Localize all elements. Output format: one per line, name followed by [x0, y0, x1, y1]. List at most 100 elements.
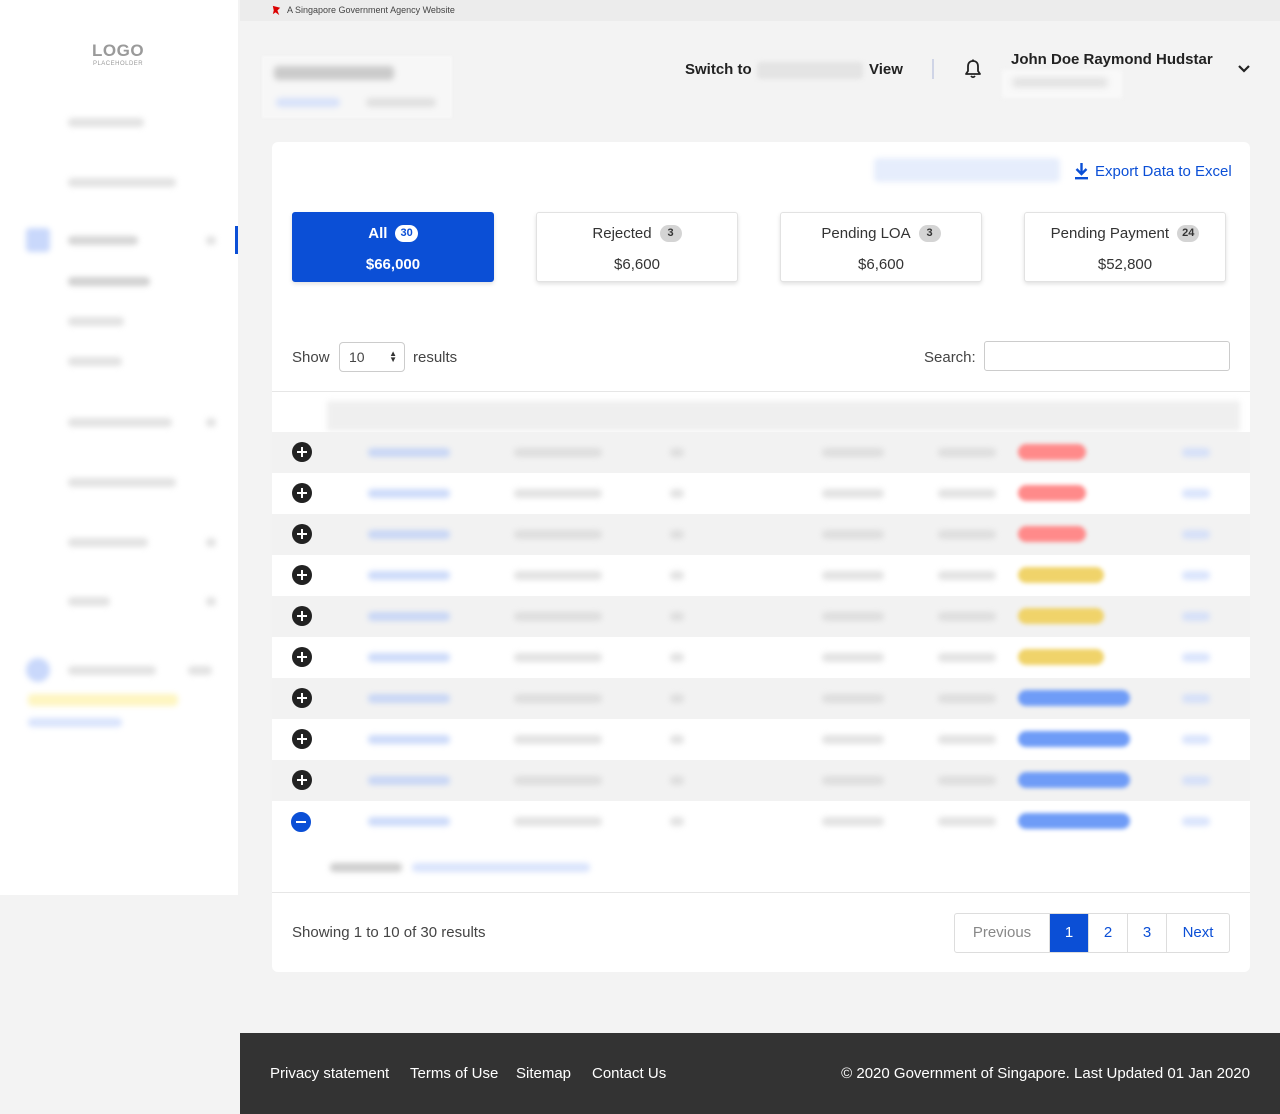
sidebar-subitem-blurred[interactable]: [68, 277, 150, 286]
collapse-row-icon[interactable]: [291, 812, 311, 832]
row-ref-blurred[interactable]: [368, 448, 450, 457]
expanded-row-detail: [272, 843, 1250, 891]
header-divider: [932, 59, 934, 79]
terms-link[interactable]: Terms of Use: [410, 1065, 498, 1082]
status-badge-blurred: [1018, 772, 1130, 788]
row-amount-blurred: [938, 694, 996, 703]
row-action-blurred[interactable]: [1182, 612, 1210, 621]
logo[interactable]: LOGO PLACEHOLDER: [92, 42, 144, 68]
user-name[interactable]: John Doe Raymond Hudstar: [1011, 51, 1213, 68]
breadcrumb-current-blurred: [366, 98, 436, 107]
row-date-blurred: [514, 612, 602, 621]
row-date-blurred: [514, 817, 602, 826]
row-amount-blurred: [822, 735, 884, 744]
switch-view-prefix[interactable]: Switch to: [685, 61, 752, 78]
expand-row-icon[interactable]: [292, 606, 312, 626]
row-ref-blurred[interactable]: [368, 735, 450, 744]
row-action-blurred[interactable]: [1182, 448, 1210, 457]
expand-row-icon[interactable]: [292, 688, 312, 708]
row-toggle-cell: [272, 596, 327, 637]
pagination: Previous 1 2 3 Next: [954, 913, 1230, 953]
sidebar-item-blurred[interactable]: [68, 178, 176, 187]
filter-all[interactable]: All 30 $66,000: [292, 212, 494, 282]
sitemap-link[interactable]: Sitemap: [516, 1065, 571, 1082]
expand-row-icon[interactable]: [292, 647, 312, 667]
row-date-blurred: [514, 448, 602, 457]
page-3-button[interactable]: 3: [1127, 914, 1166, 952]
sidebar-item-blurred[interactable]: [206, 538, 216, 547]
row-action-blurred[interactable]: [1182, 489, 1210, 498]
sidebar-subitem-blurred[interactable]: [68, 317, 124, 326]
profile-link-blurred[interactable]: [28, 718, 122, 727]
sidebar-item-blurred[interactable]: [206, 597, 216, 606]
next-button[interactable]: Next: [1166, 914, 1229, 952]
row-amount-blurred: [938, 530, 996, 539]
logo-subtext: PLACEHOLDER: [92, 61, 144, 67]
status-badge-blurred: [1018, 526, 1086, 542]
previous-button[interactable]: Previous: [955, 914, 1049, 952]
filter-pending-payment[interactable]: Pending Payment 24 $52,800: [1024, 212, 1226, 282]
chevron-down-icon[interactable]: [1236, 62, 1252, 76]
count-badge: 24: [1177, 225, 1200, 242]
expand-row-icon[interactable]: [292, 483, 312, 503]
sidebar-item-blurred[interactable]: [206, 418, 216, 427]
sidebar-item-blurred[interactable]: [68, 118, 144, 127]
expand-row-icon[interactable]: [292, 442, 312, 462]
privacy-link[interactable]: Privacy statement: [270, 1065, 389, 1082]
sidebar-active-icon: [26, 228, 50, 252]
secondary-action-blurred[interactable]: [874, 158, 1060, 182]
expand-row-icon[interactable]: [292, 524, 312, 544]
switch-view-target-blurred[interactable]: [757, 62, 863, 79]
row-ref-blurred[interactable]: [368, 489, 450, 498]
row-amount-blurred: [938, 735, 996, 744]
row-action-blurred[interactable]: [1182, 776, 1210, 785]
page-size-select[interactable]: 10 ▲ ▼: [339, 342, 405, 372]
page-title-text-blurred: [274, 66, 394, 80]
row-action-blurred[interactable]: [1182, 735, 1210, 744]
row-ref-blurred[interactable]: [368, 612, 450, 621]
detail-value-blurred[interactable]: [412, 863, 590, 872]
row-amount-blurred: [822, 571, 884, 580]
filter-amount: $6,600: [614, 256, 660, 273]
row-toggle-cell: [272, 473, 327, 514]
sidebar-item-blurred[interactable]: [206, 236, 216, 245]
sidebar-subitem-blurred[interactable]: [68, 357, 122, 366]
sidebar-item-blurred[interactable]: [68, 597, 110, 606]
row-ref-blurred[interactable]: [368, 653, 450, 662]
row-action-blurred[interactable]: [1182, 694, 1210, 703]
filter-amount: $6,600: [858, 256, 904, 273]
row-action-blurred[interactable]: [1182, 653, 1210, 662]
expand-row-icon[interactable]: [292, 565, 312, 585]
expand-row-icon[interactable]: [292, 770, 312, 790]
sidebar-item-blurred[interactable]: [68, 418, 172, 427]
row-date-blurred: [514, 571, 602, 580]
switch-view-suffix[interactable]: View: [869, 61, 903, 78]
page-1-button[interactable]: 1: [1049, 914, 1088, 952]
row-ref-blurred[interactable]: [368, 776, 450, 785]
bell-icon[interactable]: [962, 58, 984, 80]
row-ref-blurred[interactable]: [368, 530, 450, 539]
row-ref-blurred[interactable]: [368, 571, 450, 580]
row-action-blurred[interactable]: [1182, 571, 1210, 580]
sidebar-item-blurred[interactable]: [68, 478, 176, 487]
table-header-blurred[interactable]: [327, 401, 1240, 431]
sidebar-item-blurred[interactable]: [68, 236, 138, 245]
row-ref-blurred[interactable]: [368, 817, 450, 826]
export-excel-button[interactable]: Export Data to Excel: [1074, 162, 1232, 180]
expand-row-icon[interactable]: [292, 729, 312, 749]
profile-banner-blurred: [28, 694, 178, 706]
sidebar-item-blurred[interactable]: [68, 538, 148, 547]
sidebar-active-indicator: [235, 226, 238, 254]
row-cell-blurred: [670, 735, 684, 744]
page-2-button[interactable]: 2: [1088, 914, 1127, 952]
breadcrumb-link-blurred[interactable]: [276, 98, 340, 107]
filter-pending-loa[interactable]: Pending LOA 3 $6,600: [780, 212, 982, 282]
filter-rejected[interactable]: Rejected 3 $6,600: [536, 212, 738, 282]
row-action-blurred[interactable]: [1182, 530, 1210, 539]
search-input[interactable]: [984, 341, 1230, 371]
row-action-blurred[interactable]: [1182, 817, 1210, 826]
row-ref-blurred[interactable]: [368, 694, 450, 703]
filter-label: Pending Payment: [1050, 225, 1170, 242]
profile-name-blurred: [68, 666, 156, 675]
contact-link[interactable]: Contact Us: [592, 1065, 666, 1082]
